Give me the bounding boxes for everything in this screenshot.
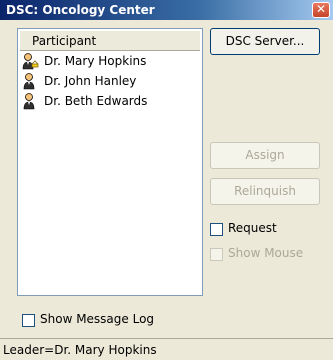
close-button[interactable]: ✕ [312, 2, 330, 18]
person-icon [23, 73, 35, 90]
request-checkbox[interactable] [210, 223, 223, 236]
participant-name: Dr. Beth Edwards [44, 94, 148, 108]
show-mouse-label: Show Mouse [228, 246, 304, 260]
participant-column-header[interactable]: Participant [20, 31, 200, 51]
show-mouse-checkbox[interactable] [210, 248, 223, 261]
leader-person-icon [22, 53, 39, 70]
participant-header-label: Participant [32, 34, 97, 48]
window-title: DSC: Oncology Center [6, 3, 155, 17]
participant-row-beth-edwards[interactable]: Dr. Beth Edwards [20, 91, 200, 111]
status-text: Leader=Dr. Mary Hopkins [3, 343, 157, 357]
participant-name: Dr. John Hanley [44, 74, 137, 88]
assign-button[interactable]: Assign [210, 142, 320, 169]
dsc-server-button[interactable]: DSC Server... [210, 28, 320, 55]
title-bar[interactable]: DSC: Oncology Center ✕ [0, 0, 333, 20]
show-message-log-checkbox[interactable] [22, 314, 35, 327]
show-message-log-label: Show Message Log [40, 312, 155, 326]
participant-row-mary-hopkins[interactable]: Dr. Mary Hopkins [20, 51, 200, 71]
status-bar: Leader=Dr. Mary Hopkins [0, 338, 333, 360]
person-icon [23, 93, 35, 110]
participant-name: Dr. Mary Hopkins [44, 54, 147, 68]
participant-list[interactable]: Participant Dr. Mary Hopkins Dr. John Ha… [17, 28, 203, 296]
participant-row-john-hanley[interactable]: Dr. John Hanley [20, 71, 200, 91]
relinquish-button[interactable]: Relinquish [210, 178, 320, 205]
dsc-window: DSC: Oncology Center ✕ Participant Dr. M… [0, 0, 333, 360]
request-label: Request [228, 221, 277, 235]
